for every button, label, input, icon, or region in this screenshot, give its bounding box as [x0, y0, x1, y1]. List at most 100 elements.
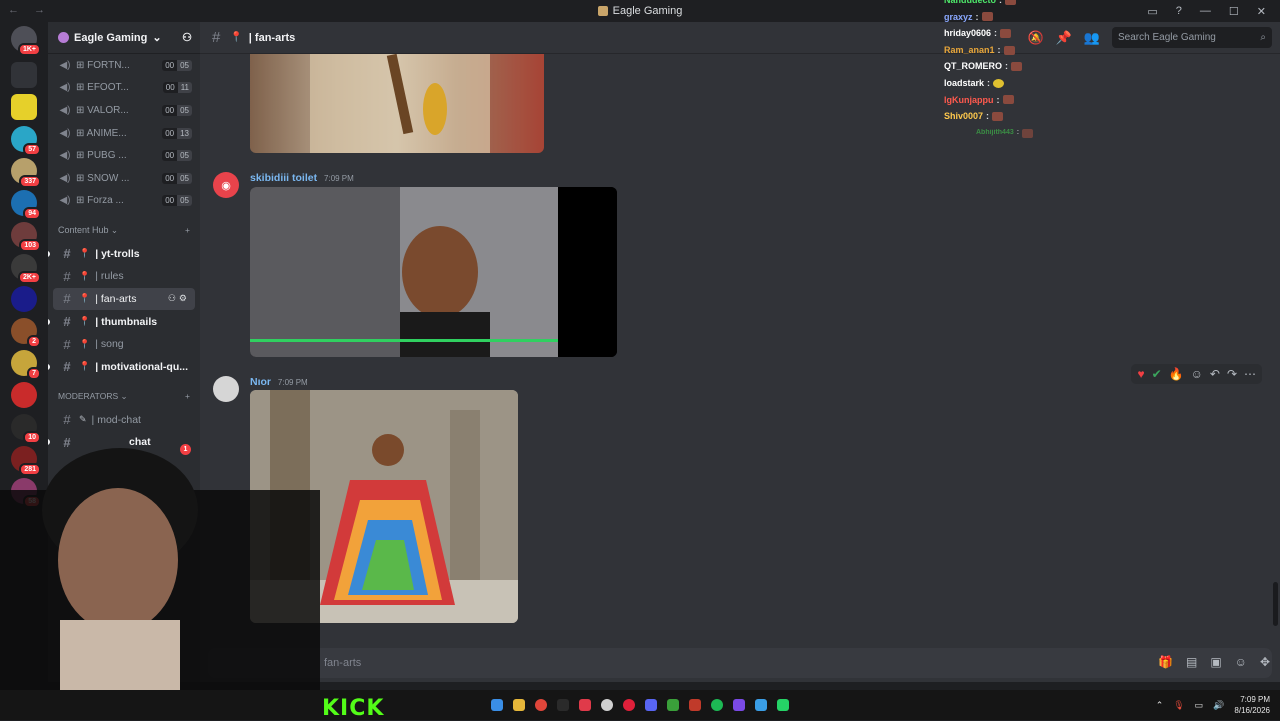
gift-icon[interactable]: 🎁: [1158, 655, 1173, 669]
opera-icon[interactable]: [623, 699, 635, 711]
apps-icon[interactable]: ✥: [1260, 655, 1270, 669]
window-title: Eagle Gaming: [612, 5, 683, 17]
fire-reaction-icon[interactable]: 🔥: [1169, 367, 1184, 381]
speaker-icon: ◀): [59, 59, 71, 71]
emote-icon: [1000, 28, 1012, 38]
whatsapp-icon[interactable]: [777, 699, 789, 711]
emoji-icon[interactable]: ☺: [1235, 655, 1247, 669]
channel-fan-arts[interactable]: # 📍 | fan-arts ⚇⚙: [53, 287, 195, 311]
app-icon[interactable]: [579, 699, 591, 711]
member-list-icon[interactable]: 👥: [1084, 30, 1100, 46]
add-channel-icon[interactable]: +: [185, 225, 190, 235]
voice-channel[interactable]: ◀) ⊞ PUBG ... 00 05: [48, 144, 200, 167]
pin-icon: 📍: [79, 248, 91, 258]
category-moderators[interactable]: MODERATORS ⌄ +: [48, 384, 200, 408]
network-icon[interactable]: ▭: [1195, 700, 1204, 711]
server-icon-3[interactable]: 57: [11, 126, 41, 156]
speaker-icon: ◀): [59, 195, 71, 207]
volume-icon[interactable]: 🔊: [1213, 700, 1224, 711]
xbox-icon[interactable]: [667, 699, 679, 711]
title-bar: ← → Eagle Gaming ▭ ? — ☐ ✕: [0, 0, 1280, 22]
chrome-icon[interactable]: [535, 699, 547, 711]
chat-line: QT_ROMERO:: [944, 58, 1033, 75]
server-icon-8[interactable]: [11, 286, 37, 312]
chat-line: hriday0606:: [944, 25, 1033, 42]
help-icon[interactable]: ?: [1176, 5, 1182, 17]
maximize-button[interactable]: ☐: [1229, 5, 1239, 18]
spotify-icon[interactable]: [711, 699, 723, 711]
clock[interactable]: 7:09 PM 8/16/2026: [1234, 694, 1270, 716]
channel-thumbnails[interactable]: # 📍 | thumbnails: [48, 310, 195, 333]
streamer-photo: [250, 187, 617, 357]
invite-people-icon[interactable]: ⚇: [182, 31, 192, 44]
gif-icon[interactable]: ▤: [1186, 655, 1197, 669]
message-author[interactable]: Nıor: [250, 376, 271, 388]
server-icon-6[interactable]: 103: [11, 222, 41, 252]
chat-line: Ram_anan1:: [944, 42, 1033, 59]
server-icon-10[interactable]: 7: [11, 350, 41, 380]
pin-icon: 📍: [79, 316, 91, 327]
server-icon-5[interactable]: 94: [11, 190, 41, 220]
discord-avatar-icon[interactable]: ◉: [213, 172, 239, 198]
sticker-icon[interactable]: ▣: [1210, 655, 1221, 669]
file-explorer-icon[interactable]: [513, 699, 525, 711]
channel-title: | fan-arts: [248, 31, 296, 44]
nav-arrows-icon[interactable]: ← →: [8, 4, 51, 16]
scrollbar[interactable]: [1273, 582, 1278, 626]
check-reaction-icon[interactable]: ✔: [1152, 367, 1162, 381]
channel-yt-trolls[interactable]: # 📍 | yt-trolls: [48, 242, 195, 265]
channel-rules[interactable]: # 📍 | rules: [53, 265, 195, 288]
voice-channel[interactable]: ◀) ⊞ SNOW ... 00 05: [48, 167, 200, 190]
channel-song[interactable]: # 📍 | song: [53, 333, 195, 356]
add-channel-icon[interactable]: +: [185, 391, 190, 401]
hash-icon: #: [63, 268, 71, 284]
server-icon-7[interactable]: 2K+: [11, 254, 41, 284]
speaker-icon: ◀): [59, 104, 71, 116]
channel-settings-icon[interactable]: ⚇⚙: [168, 293, 190, 304]
folder-icon[interactable]: [11, 62, 37, 88]
obs-icon[interactable]: [601, 699, 613, 711]
minimize-button[interactable]: —: [1200, 5, 1211, 17]
pubg-server-icon[interactable]: [11, 94, 37, 120]
message-author[interactable]: skibidiii toilet: [250, 172, 317, 184]
voice-channel[interactable]: ◀) ⊞ FORTN... 00 05: [48, 54, 200, 77]
voice-channel[interactable]: ◀) ⊞ VALOR... 00 05: [48, 99, 200, 122]
server-header[interactable]: Eagle Gaming ⌄ ⚇: [48, 22, 200, 54]
fan-art-image[interactable]: [250, 187, 617, 357]
channel-motivational-quotes[interactable]: # 📍 | motivational-qu...: [48, 356, 195, 379]
pinned-messages-icon[interactable]: 📌: [1056, 30, 1072, 46]
server-icon-9[interactable]: 2: [11, 318, 41, 348]
home-icon[interactable]: 1K+: [11, 26, 41, 56]
server-icon-11[interactable]: [11, 382, 37, 408]
discord-icon[interactable]: [645, 699, 657, 711]
inbox-icon[interactable]: ▭: [1147, 5, 1157, 18]
chevron-down-icon: ⌄: [152, 32, 162, 44]
voice-channel[interactable]: ◀) ⊞ EFOOT... 00 11: [48, 77, 200, 100]
eagle-gaming-server-icon[interactable]: 337: [11, 158, 41, 188]
header-toolbar: 🔕 📌 👥 Search Eagle Gaming ⌕: [1027, 27, 1272, 48]
chat-area: # 📍 | fan-arts 🔕 📌 👥 Search Eagle Gaming…: [200, 22, 1280, 682]
fan-art-image[interactable]: [250, 54, 544, 153]
more-options-icon[interactable]: ⋯: [1244, 367, 1256, 381]
search-input[interactable]: Search Eagle Gaming ⌕: [1112, 27, 1272, 48]
message-input[interactable]: fan-arts: [208, 648, 1272, 678]
app-icon[interactable]: [733, 699, 745, 711]
voice-channel[interactable]: ◀) ⊞ Forza ... 00 05: [48, 190, 200, 213]
add-reaction-icon[interactable]: ☺: [1191, 367, 1203, 381]
app-icon[interactable]: [557, 699, 569, 711]
close-button[interactable]: ✕: [1257, 5, 1266, 18]
reply-icon[interactable]: ↶: [1210, 367, 1220, 381]
app-icon[interactable]: [689, 699, 701, 711]
app-icon[interactable]: [755, 699, 767, 711]
emote-icon: [992, 111, 1004, 121]
category-content-hub[interactable]: Content Hub ⌄ +: [48, 218, 200, 242]
message-actions-bar: ♥ ✔ 🔥 ☺ ↶ ↷ ⋯: [1131, 364, 1262, 384]
voice-channel[interactable]: ◀) ⊞ ANIME... 00 13: [48, 122, 200, 145]
user-avatar[interactable]: [213, 376, 239, 402]
voice-channel-list: ◀) ⊞ FORTN... 00 05 ◀) ⊞ EFOOT... 00 11 ◀) ⊞ VA…: [48, 54, 200, 212]
start-icon[interactable]: [491, 699, 503, 711]
microphone-icon[interactable]: 🎙: [1173, 700, 1184, 711]
chevron-up-icon[interactable]: ⌃: [1156, 700, 1164, 711]
forward-icon[interactable]: ↷: [1227, 367, 1237, 381]
heart-reaction-icon[interactable]: ♥: [1137, 367, 1144, 381]
